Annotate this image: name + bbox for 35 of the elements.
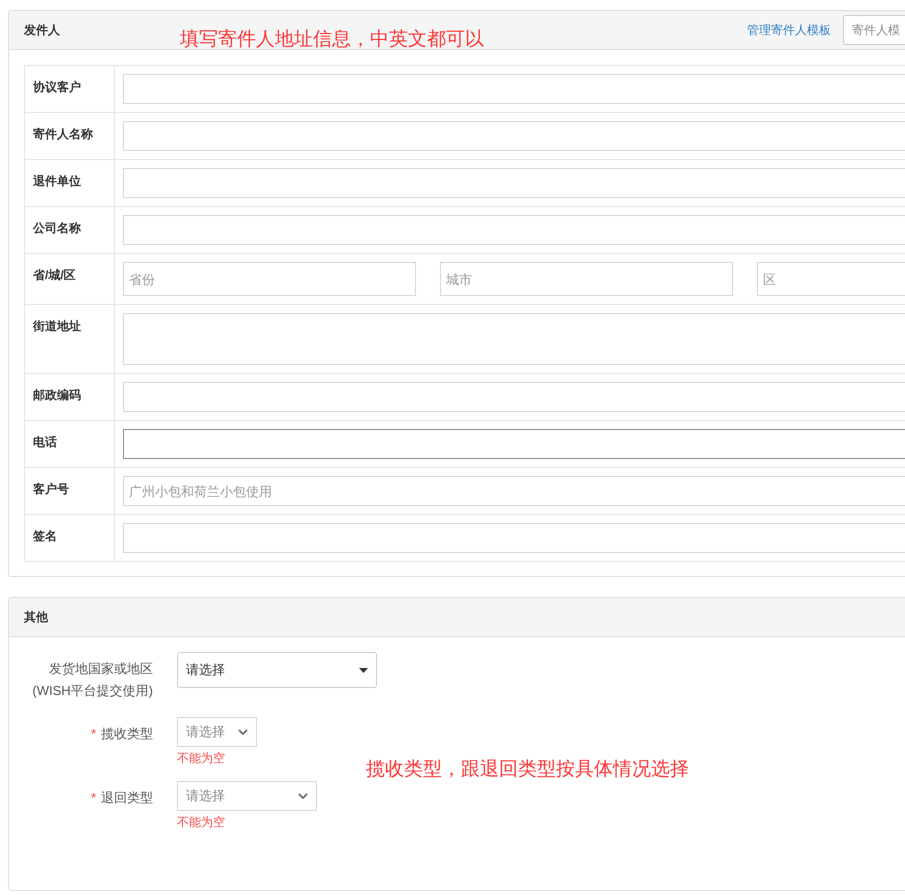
manage-templates-link[interactable]: 管理寄件人模板 xyxy=(747,21,831,39)
template-search-field[interactable]: 寄件人模 xyxy=(843,15,905,45)
required-mark: * xyxy=(90,724,96,742)
type-select[interactable]: 请选择 xyxy=(177,780,317,810)
field-label: 发货地国家或地区 xyxy=(49,660,153,678)
address-textarea[interactable] xyxy=(123,313,905,365)
chevron-down-icon xyxy=(298,792,308,798)
panel-title: 其他 xyxy=(24,609,48,626)
field-label: 省/城/区 xyxy=(33,268,76,282)
address-input[interactable]: 城市 xyxy=(440,262,733,296)
field-label: 客户号 xyxy=(33,482,69,496)
required-mark: * xyxy=(90,788,96,806)
text-input[interactable] xyxy=(123,429,905,459)
field-sublabel: (WISH平台提交使用) xyxy=(32,682,153,698)
field-label: 街道地址 xyxy=(33,319,81,333)
field-label: 退件单位 xyxy=(33,174,81,188)
field-label: 寄件人名称 xyxy=(33,127,93,141)
error-message: 不能为空 xyxy=(177,750,226,766)
chevron-down-icon xyxy=(238,728,248,734)
annotation-text: 填写寄件人地址信息，中英文都可以 xyxy=(180,28,484,52)
address-input[interactable]: 区 xyxy=(757,262,905,296)
field-label: 公司名称 xyxy=(33,221,81,235)
field-label: 邮政编码 xyxy=(33,388,81,402)
type-select[interactable]: 请选择 xyxy=(177,716,257,746)
field-label: 退回类型 xyxy=(101,788,153,806)
caret-down-icon xyxy=(359,668,368,672)
country-dropdown[interactable]: 请选择 xyxy=(177,652,377,688)
field-label: 电话 xyxy=(33,435,57,449)
error-message: 不能为空 xyxy=(177,814,226,830)
panel-title: 发件人 xyxy=(24,22,60,39)
address-input[interactable]: 省份 xyxy=(123,262,416,296)
field-label: 揽收类型 xyxy=(101,724,153,742)
field-label: 协议客户 xyxy=(33,80,81,94)
field-label: 签名 xyxy=(33,529,57,543)
annotation-text: 揽收类型，跟退回类型按具体情况选择 xyxy=(366,758,689,782)
